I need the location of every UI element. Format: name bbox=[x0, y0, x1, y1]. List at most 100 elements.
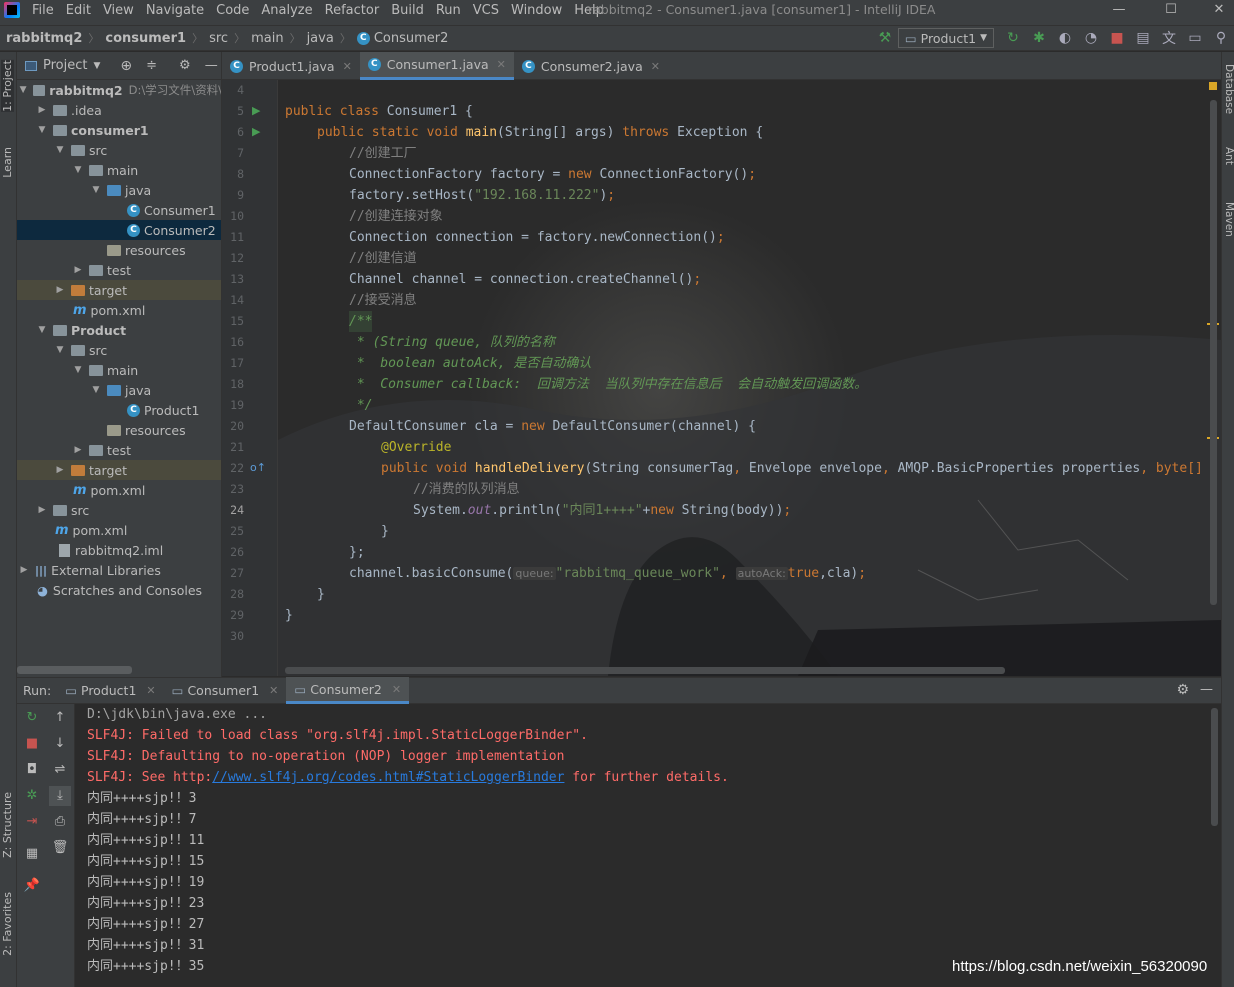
maven-tool-button[interactable]: Maven bbox=[1223, 202, 1234, 237]
menu-window[interactable]: Window bbox=[505, 3, 568, 18]
learn-tool-button[interactable]: Learn bbox=[1, 147, 14, 178]
tree-item-resources[interactable]: resources bbox=[17, 240, 221, 260]
camera-icon[interactable]: ◘ bbox=[21, 760, 43, 780]
stop-icon[interactable]: ■ bbox=[1105, 27, 1129, 49]
arrow-up-icon[interactable]: ↑ bbox=[49, 708, 71, 728]
close-tab-icon[interactable]: ✕ bbox=[146, 684, 155, 697]
tree-item-scratches[interactable]: ◕ Scratches and Consoles bbox=[17, 580, 221, 600]
soft-wrap-icon[interactable]: ⇌ bbox=[49, 760, 71, 780]
menu-code[interactable]: Code bbox=[210, 3, 255, 18]
trash-icon[interactable]: 🗑 bbox=[49, 838, 71, 858]
pin-icon[interactable]: 📌 bbox=[21, 876, 43, 896]
console-scrollbar[interactable] bbox=[1211, 708, 1218, 826]
gear-icon[interactable]: ⚙ bbox=[1176, 682, 1189, 698]
tree-item-java[interactable]: ▼ java bbox=[17, 180, 221, 200]
tab-consumer1-java[interactable]: C Consumer1.java ✕ bbox=[359, 52, 514, 80]
profile-icon[interactable]: ◔ bbox=[1079, 27, 1103, 49]
breadcrumb-project[interactable]: rabbitmq2 bbox=[6, 31, 82, 46]
coverage-icon[interactable]: ◐ bbox=[1053, 27, 1077, 49]
tree-item-main[interactable]: ▼ main bbox=[17, 160, 221, 180]
tab-consumer2-java[interactable]: C Consumer2.java ✕ bbox=[514, 52, 668, 80]
close-tab-icon[interactable]: ✕ bbox=[651, 60, 660, 73]
tree-item-src[interactable]: ▼ src bbox=[17, 140, 221, 160]
hammer-build-icon[interactable]: ⚒ bbox=[873, 27, 897, 49]
menu-analyze[interactable]: Analyze bbox=[255, 3, 318, 18]
tree-item-pom[interactable]: m pom.xml bbox=[17, 480, 221, 500]
restore-layout-icon[interactable]: ✲ bbox=[21, 786, 43, 806]
breadcrumb-src[interactable]: src bbox=[209, 31, 228, 46]
hide-icon[interactable]: — bbox=[1200, 682, 1213, 697]
close-tab-icon[interactable]: ✕ bbox=[269, 684, 278, 697]
close-tab-icon[interactable]: ✕ bbox=[392, 683, 401, 696]
project-tool-button[interactable]: 1: Project bbox=[1, 60, 14, 112]
menu-file[interactable]: File bbox=[26, 3, 60, 18]
project-structure-icon[interactable]: ▤ bbox=[1131, 27, 1155, 49]
close-tab-icon[interactable]: ✕ bbox=[497, 58, 506, 71]
menu-run[interactable]: Run bbox=[430, 3, 467, 18]
vertical-scrollbar[interactable] bbox=[1210, 100, 1217, 605]
print-icon[interactable]: ⎙ bbox=[49, 812, 71, 832]
menu-view[interactable]: View bbox=[97, 3, 140, 18]
tree-item-iml[interactable]: rabbitmq2.iml bbox=[17, 540, 221, 560]
tree-item-external-libraries[interactable]: ▶ ||| External Libraries bbox=[17, 560, 221, 580]
run-tab-consumer1[interactable]: ▭ Consumer1 ✕ bbox=[164, 677, 287, 704]
breadcrumb-module[interactable]: consumer1 bbox=[105, 31, 186, 46]
locate-icon[interactable]: ⊕ bbox=[120, 58, 132, 74]
override-icon[interactable]: o↑ bbox=[250, 461, 266, 474]
translate-icon[interactable]: 文 bbox=[1157, 27, 1181, 49]
tree-item-target[interactable]: ▶ target bbox=[17, 460, 221, 480]
arrow-down-icon[interactable]: ↓ bbox=[49, 734, 71, 754]
stop-icon[interactable]: ■ bbox=[21, 734, 43, 754]
breadcrumb-class[interactable]: C Consumer2 bbox=[356, 31, 448, 46]
gear-icon[interactable]: ⚙ bbox=[179, 58, 191, 73]
menu-navigate[interactable]: Navigate bbox=[140, 3, 210, 18]
menu-edit[interactable]: Edit bbox=[60, 3, 97, 18]
layout-icon[interactable]: ▦ bbox=[21, 844, 43, 864]
presentation-icon[interactable]: ▭ bbox=[1183, 27, 1207, 49]
warning-marker-icon[interactable] bbox=[1209, 82, 1217, 90]
run-main-icon[interactable]: ▶ bbox=[252, 125, 260, 138]
run-class-icon[interactable]: ▶ bbox=[252, 104, 260, 117]
tree-item-idea[interactable]: ▶ .idea bbox=[17, 100, 221, 120]
tab-product1-java[interactable]: C Product1.java ✕ bbox=[222, 52, 360, 80]
hide-icon[interactable]: — bbox=[205, 58, 218, 73]
horizontal-scrollbar[interactable] bbox=[17, 666, 132, 674]
horizontal-scrollbar[interactable] bbox=[285, 667, 1005, 674]
rerun-icon[interactable]: ↻ bbox=[21, 708, 43, 728]
run-tab-consumer2[interactable]: ▭ Consumer2 ✕ bbox=[286, 677, 410, 704]
tree-item-test[interactable]: ▶ test bbox=[17, 440, 221, 460]
run-tab-product1[interactable]: ▭ Product1 ✕ bbox=[57, 677, 163, 704]
scroll-to-end-icon[interactable]: ⤓ bbox=[49, 786, 71, 806]
tree-item-consumer1-class[interactable]: C Consumer1 bbox=[17, 200, 221, 220]
collapse-all-icon[interactable]: ≑ bbox=[146, 58, 157, 73]
menu-build[interactable]: Build bbox=[385, 3, 430, 18]
minimize-icon[interactable]: — bbox=[1096, 0, 1142, 20]
breadcrumb-java[interactable]: java bbox=[307, 31, 334, 46]
breadcrumb-main[interactable]: main bbox=[251, 31, 283, 46]
tree-item-product[interactable]: ▼ Product bbox=[17, 320, 221, 340]
maximize-icon[interactable]: ☐ bbox=[1148, 0, 1194, 20]
menu-refactor[interactable]: Refactor bbox=[319, 3, 386, 18]
tree-item-src[interactable]: ▶ src bbox=[17, 500, 221, 520]
tree-item-consumer1[interactable]: ▼ consumer1 bbox=[17, 120, 221, 140]
close-window-icon[interactable]: ✕ bbox=[1196, 0, 1234, 20]
favorites-tool-button[interactable]: 2: Favorites bbox=[1, 892, 14, 956]
close-tab-icon[interactable]: ✕ bbox=[343, 60, 352, 73]
console-output[interactable]: D:\jdk\bin\java.exe ... SLF4J: Failed to… bbox=[75, 704, 1221, 987]
tree-item-target[interactable]: ▶ target bbox=[17, 280, 221, 300]
rerun-icon[interactable]: ↻ bbox=[1001, 27, 1025, 49]
tree-item-main[interactable]: ▼ main bbox=[17, 360, 221, 380]
tree-item-java[interactable]: ▼ java bbox=[17, 380, 221, 400]
run-configuration-select[interactable]: ▭ Product1 ▼ bbox=[897, 28, 994, 48]
exit-icon[interactable]: ⇥ bbox=[21, 812, 43, 832]
tree-item-test[interactable]: ▶ test bbox=[17, 260, 221, 280]
project-view-select[interactable]: Project bbox=[43, 58, 87, 73]
debug-icon[interactable]: ✱ bbox=[1027, 27, 1051, 49]
menu-vcs[interactable]: VCS bbox=[467, 3, 505, 18]
tree-item-consumer2-class[interactable]: C Consumer2 bbox=[17, 220, 221, 240]
tree-item-product1-class[interactable]: C Product1 bbox=[17, 400, 221, 420]
chevron-down-icon[interactable]: ▼ bbox=[93, 61, 100, 71]
tree-item-pom[interactable]: m pom.xml bbox=[17, 300, 221, 320]
search-icon[interactable]: ⚲ bbox=[1209, 27, 1233, 49]
database-tool-button[interactable]: Database bbox=[1223, 64, 1234, 114]
